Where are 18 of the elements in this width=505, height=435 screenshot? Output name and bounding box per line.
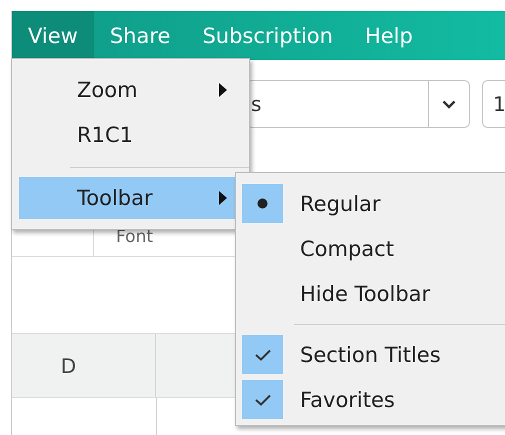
submenu-arrow-icon — [218, 191, 227, 205]
menu-item[interactable]: Regular — [242, 181, 505, 226]
column-header[interactable]: D — [12, 334, 156, 397]
chevron-down-icon — [442, 100, 456, 108]
submenu-arrow-icon — [218, 82, 227, 96]
bullet-icon — [257, 198, 268, 209]
menu-item[interactable]: Hide Toolbar — [242, 271, 505, 316]
menu-item[interactable]: Zoom — [19, 67, 235, 112]
section-label: Font — [116, 226, 154, 249]
checkmark-icon — [254, 348, 270, 360]
menu-item[interactable]: Favorites — [242, 377, 505, 422]
checkmark-icon — [254, 394, 270, 406]
font-size-field[interactable]: 1 — [482, 80, 505, 128]
menu-bar-item[interactable]: View — [12, 11, 94, 60]
menu-item[interactable]: Section Titles — [242, 332, 505, 377]
menu-item[interactable]: Toolbar — [19, 177, 235, 219]
menu-item[interactable]: Compact — [242, 226, 505, 271]
menu-item[interactable]: R1C1 — [19, 112, 235, 157]
